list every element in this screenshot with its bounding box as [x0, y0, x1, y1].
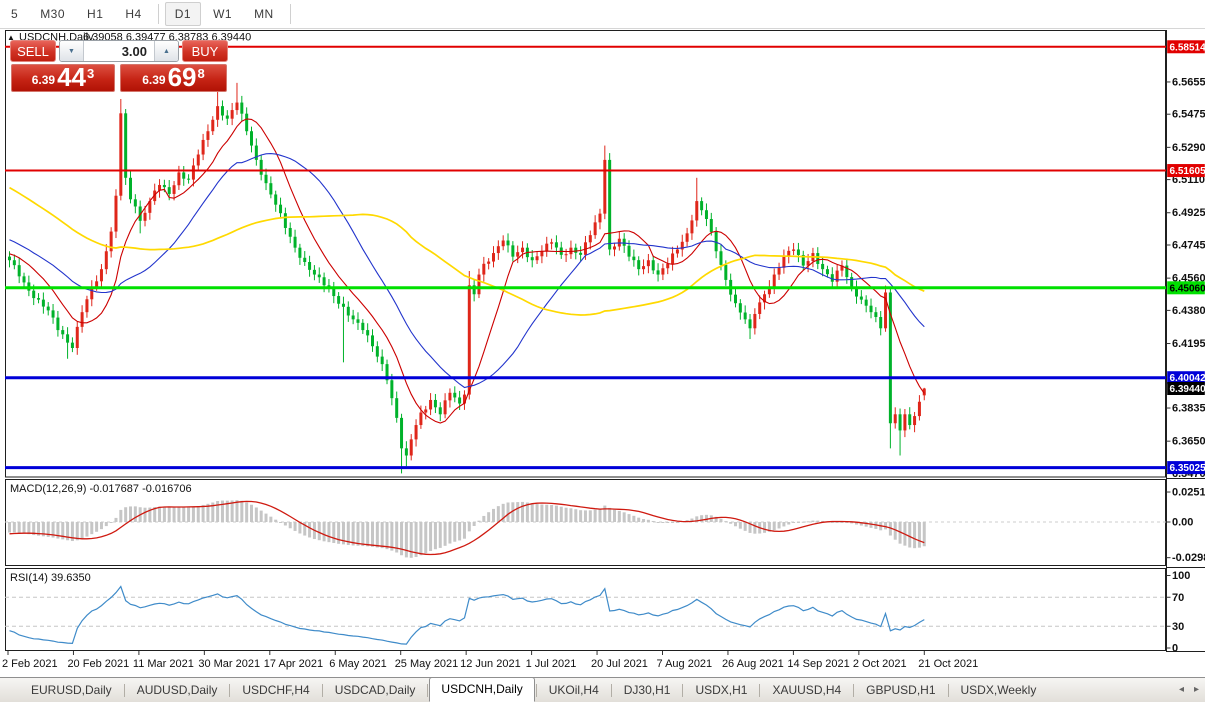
chart-tab-GBPUSD-H1[interactable]: GBPUSD,H1	[855, 680, 946, 700]
chart-tab-USDCAD-Daily[interactable]: USDCAD,Daily	[324, 680, 427, 700]
tab-separator	[124, 684, 125, 697]
date-tick-label: 30 Mar 2021	[198, 658, 260, 670]
macd-tick-label: 0.00	[1172, 517, 1193, 529]
price-tick-label: 6.56550	[1172, 76, 1205, 88]
axis-badge-label: 6.58514	[1170, 42, 1205, 53]
tab-separator	[229, 684, 230, 697]
axis-badge-label: 6.51605	[1170, 166, 1205, 177]
tab-separator	[611, 684, 612, 697]
tab-separator	[536, 684, 537, 697]
timeframe-button-H4[interactable]: H4	[115, 2, 151, 26]
macd-label: MACD(12,26,9) -0.017687 -0.016706	[10, 483, 192, 495]
chart-tab-USDCHF-H4[interactable]: USDCHF,H4	[231, 680, 320, 700]
rsi-label: RSI(14) 39.6350	[10, 572, 91, 584]
rsi-tick-label: 0	[1172, 643, 1178, 655]
volume-spinner: ▼ 3.00 ▲	[59, 40, 179, 62]
tabs-scroll-right-icon[interactable]: ▸	[1194, 684, 1199, 696]
price-tick-label: 6.38350	[1172, 403, 1205, 415]
chart-tab-DJ30-H1[interactable]: DJ30,H1	[613, 680, 682, 700]
timeframe-button-5[interactable]: 5	[1, 2, 28, 26]
chart-tab-UKOil-H4[interactable]: UKOil,H4	[538, 680, 610, 700]
date-tick-label: 21 Oct 2021	[918, 658, 978, 670]
tab-separator	[322, 684, 323, 697]
timeframe-button-MN[interactable]: MN	[244, 2, 284, 26]
chart-canvas: 0.025108 0.00 -0.02988 100 70 30 0 6.56550 6.5…	[0, 0, 1205, 702]
price-tick-label: 6.54750	[1172, 109, 1205, 121]
chart-tab-USDX-H1[interactable]: USDX,H1	[684, 680, 758, 700]
price-tick-label: 6.47450	[1172, 239, 1205, 251]
price-tick-label: 6.49250	[1172, 207, 1205, 219]
price-tick-label: 6.43800	[1172, 305, 1205, 317]
tab-separator	[759, 684, 760, 697]
date-tick-label: 7 Aug 2021	[657, 658, 713, 670]
rsi-tick-label: 100	[1172, 570, 1190, 582]
tabs-navigation: ◂ ▸	[1179, 684, 1199, 696]
chart-tab-USDX-Weekly[interactable]: USDX,Weekly	[950, 680, 1048, 700]
date-tick-label: 20 Feb 2021	[67, 658, 129, 670]
date-tick-label: 20 Jul 2021	[591, 658, 648, 670]
terminal-window: 0.025108 0.00 -0.02988 100 70 30 0 6.56550 6.5…	[0, 0, 1205, 702]
timeframe-button-W1[interactable]: W1	[203, 2, 242, 26]
buy-price-display[interactable]: 6.39 69 8	[120, 64, 227, 92]
tabs-scroll-left-icon[interactable]: ◂	[1179, 684, 1184, 696]
one-click-trading-panel: SELL ▼ 3.00 ▲ BUY 6.39 44 3 6.39 69 8	[8, 40, 230, 92]
date-tick-label: 1 Jul 2021	[526, 658, 577, 670]
date-tick-label: 2 Feb 2021	[2, 658, 58, 670]
axis-badge-label: 6.39440	[1170, 384, 1205, 395]
volume-decrease-button[interactable]: ▼	[60, 41, 84, 61]
triangle-up-icon: ▲	[163, 48, 170, 55]
chart-tab-EURUSD-Daily[interactable]: EURUSD,Daily	[20, 680, 123, 700]
price-tick-label: 6.41950	[1172, 338, 1205, 350]
date-tick-label: 26 Aug 2021	[722, 658, 784, 670]
buy-price-sup: 8	[198, 66, 205, 81]
timeframe-button-H1[interactable]: H1	[77, 2, 113, 26]
timeframe-button-D1[interactable]: D1	[165, 2, 201, 26]
tab-separator	[427, 684, 428, 697]
chart-tab-USDCNH-Daily[interactable]: USDCNH,Daily	[429, 677, 534, 702]
chart-tab-XAUUSD-H4[interactable]: XAUUSD,H4	[761, 680, 852, 700]
buy-price-prefix: 6.39	[142, 73, 165, 87]
date-tick-label: 6 May 2021	[329, 658, 386, 670]
tab-separator	[853, 684, 854, 697]
rsi-tick-label: 30	[1172, 621, 1184, 633]
toolbar-separator	[290, 4, 291, 24]
price-tick-label: 6.36500	[1172, 436, 1205, 448]
volume-input[interactable]: 3.00	[84, 41, 154, 61]
chart-tabs-bar: EURUSD,DailyAUDUSD,DailyUSDCHF,H4USDCAD,…	[0, 677, 1205, 702]
sell-price-big: 44	[57, 64, 86, 90]
timeframe-button-M30[interactable]: M30	[30, 2, 75, 26]
macd-tick-label: 0.025108	[1172, 487, 1205, 499]
rsi-tick-label: 70	[1172, 592, 1184, 604]
date-axis[interactable]: 2 Feb 2021 20 Feb 2021 11 Mar 2021 30 Mar 2…	[2, 651, 978, 670]
buy-button[interactable]: BUY	[182, 40, 228, 62]
axis-badge-label: 6.45060	[1170, 283, 1205, 294]
macd-tick-label: -0.02988	[1172, 552, 1205, 564]
price-axis[interactable]: 6.565506.547506.529006.511006.492506.474…	[1167, 40, 1205, 480]
date-tick-label: 14 Sep 2021	[787, 658, 849, 670]
tab-separator	[948, 684, 949, 697]
date-tick-label: 25 May 2021	[395, 658, 459, 670]
tab-separator	[682, 684, 683, 697]
date-tick-label: 11 Mar 2021	[133, 658, 194, 670]
volume-increase-button[interactable]: ▲	[154, 41, 178, 61]
date-tick-label: 17 Apr 2021	[264, 658, 323, 670]
date-tick-label: 2 Oct 2021	[853, 658, 907, 670]
toolbar-separator	[158, 4, 159, 24]
buy-price-big: 69	[168, 64, 197, 90]
date-tick-label: 12 Jun 2021	[460, 658, 521, 670]
timeframe-toolbar: 5M30H1H4 D1W1MN	[0, 0, 1205, 29]
sell-price-display[interactable]: 6.39 44 3	[11, 64, 115, 92]
pane-borders	[6, 30, 1205, 652]
sell-price-prefix: 6.39	[32, 73, 55, 87]
sell-price-sup: 3	[87, 66, 94, 81]
axis-badge-label: 6.35025	[1170, 463, 1205, 474]
sell-button[interactable]: SELL	[10, 40, 56, 62]
price-tick-label: 6.52900	[1172, 142, 1205, 154]
chart-tab-AUDUSD-Daily[interactable]: AUDUSD,Daily	[126, 680, 229, 700]
triangle-down-icon: ▼	[68, 48, 75, 55]
